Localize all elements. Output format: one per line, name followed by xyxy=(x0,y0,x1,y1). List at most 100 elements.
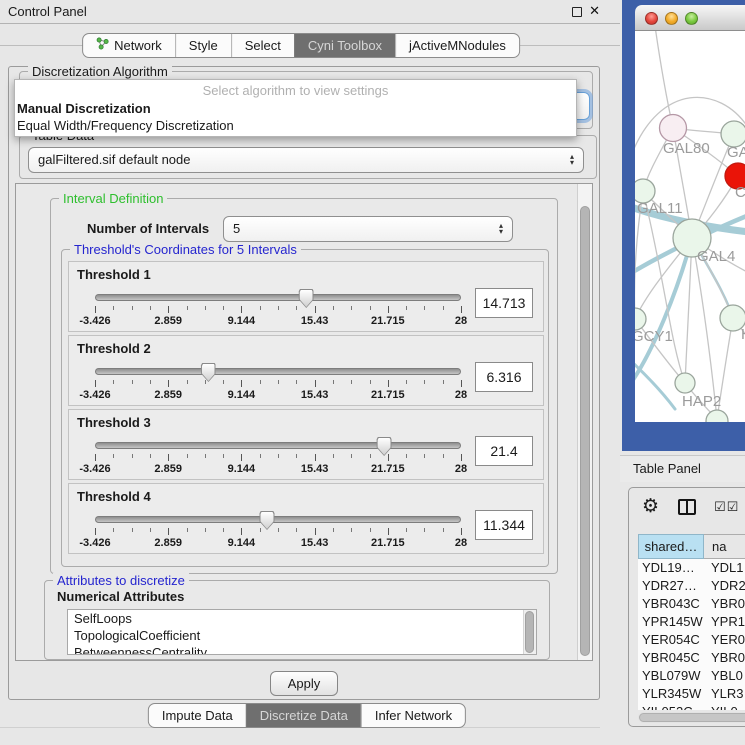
tab-label: Infer Network xyxy=(375,704,452,727)
tick-mark xyxy=(461,528,462,535)
cell-name: YBR0 xyxy=(704,649,745,667)
table-row[interactable]: YIL052CYIL0 xyxy=(638,703,745,710)
tab-jactivemnodules[interactable]: jActiveMNodules xyxy=(395,34,519,57)
tab-cyni-toolbox[interactable]: Cyni Toolbox xyxy=(294,34,395,57)
attribute-item-selfloops[interactable]: SelfLoops xyxy=(68,610,536,627)
tab-select[interactable]: Select xyxy=(231,34,294,57)
tick-mark xyxy=(150,454,151,458)
tick-label: 28 xyxy=(455,463,467,475)
split-columns-icon[interactable] xyxy=(678,499,696,515)
scrollbar-thumb[interactable] xyxy=(525,611,534,653)
threshold-4-value-field[interactable]: 11.344 xyxy=(475,510,533,540)
threshold-4-slider[interactable]: -3.4262.8599.14415.4321.71528 xyxy=(95,510,461,552)
tab-discretize-data[interactable]: Discretize Data xyxy=(246,704,361,727)
cell-name: YBR0 xyxy=(704,595,745,613)
threshold-4-label: Threshold 4 xyxy=(77,489,151,504)
dropdown-option-equal-width-frequency-discretization[interactable]: Equal Width/Frequency Discretization xyxy=(17,118,234,133)
zoom-traffic-light-icon[interactable] xyxy=(685,12,698,25)
tab-label: Select xyxy=(245,34,281,57)
slider-thumb[interactable] xyxy=(377,437,392,456)
tick-mark xyxy=(150,306,151,310)
threshold-1-slider[interactable]: -3.4262.8599.14415.4321.71528 xyxy=(95,288,461,330)
tick-label: 9.144 xyxy=(228,463,256,475)
slider-track[interactable] xyxy=(95,516,461,523)
numerical-attributes-label: Numerical Attributes xyxy=(57,589,184,604)
tick-mark xyxy=(351,306,352,310)
network-node-pink[interactable] xyxy=(660,115,687,142)
scrollbar-thumb[interactable] xyxy=(580,206,590,656)
tab-network[interactable]: Network xyxy=(83,34,175,57)
network-window-titlebar[interactable] xyxy=(635,5,745,31)
vertical-scrollbar[interactable] xyxy=(577,184,592,660)
number-of-intervals-combobox[interactable]: 5 ▴▾ xyxy=(223,216,513,242)
column-header-shared-name[interactable]: shared… xyxy=(638,534,704,559)
float-window-icon[interactable] xyxy=(572,7,582,17)
tick-mark xyxy=(113,528,114,532)
node-label-ga: GA xyxy=(727,144,745,161)
threshold-3-value-field[interactable]: 21.4 xyxy=(475,436,533,466)
network-node-green[interactable] xyxy=(635,308,646,330)
cell-name: YLR3 xyxy=(704,685,745,703)
minimize-traffic-light-icon[interactable] xyxy=(665,12,678,25)
tab-label: jActiveMNodules xyxy=(409,34,506,57)
slider-thumb[interactable] xyxy=(299,289,314,308)
close-traffic-light-icon[interactable] xyxy=(645,12,658,25)
tick-mark xyxy=(278,528,279,532)
network-node-green[interactable] xyxy=(675,373,695,393)
threshold-1-value-field[interactable]: 14.713 xyxy=(475,288,533,318)
tick-mark xyxy=(406,306,407,310)
slider-thumb[interactable] xyxy=(201,363,216,382)
table-row[interactable]: YLR345WYLR3 xyxy=(638,685,745,703)
slider-track[interactable] xyxy=(95,442,461,449)
slider-thumb[interactable] xyxy=(260,511,275,530)
scrollbar-thumb[interactable] xyxy=(639,713,745,722)
tab-style[interactable]: Style xyxy=(175,34,231,57)
tick-mark xyxy=(406,380,407,384)
tick-mark xyxy=(113,380,114,384)
apply-button[interactable]: Apply xyxy=(270,671,338,696)
attribute-item-betweennesscentrality[interactable]: BetweennessCentrality xyxy=(68,644,536,655)
threshold-2-value-field[interactable]: 6.316 xyxy=(475,362,533,392)
table-row[interactable]: YDR27…YDR2 xyxy=(638,577,745,595)
tab-label: Style xyxy=(189,34,218,57)
slider-track[interactable] xyxy=(95,368,461,375)
threshold-2-slider[interactable]: -3.4262.8599.14415.4321.71528 xyxy=(95,362,461,404)
slider-track[interactable] xyxy=(95,294,461,301)
network-edge[interactable] xyxy=(635,238,692,383)
tick-label: 2.859 xyxy=(154,537,182,549)
numerical-attributes-list[interactable]: SelfLoopsTopologicalCoefficientBetweenne… xyxy=(67,609,537,655)
network-canvas[interactable]: GAL80GACGAL11GAL4GCY1HHAP2 xyxy=(635,31,745,422)
network-edge[interactable] xyxy=(692,238,717,419)
gear-icon[interactable]: ⚙ xyxy=(642,495,659,518)
dropdown-option-manual-discretization[interactable]: Manual Discretization xyxy=(17,101,151,116)
select-columns-checkboxes-icon[interactable]: ☑☑ xyxy=(714,499,739,515)
attribute-list-scrollbar[interactable] xyxy=(523,610,536,654)
column-header-name[interactable]: na xyxy=(704,534,745,559)
tick-mark xyxy=(168,454,169,461)
table-row[interactable]: YPR145WYPR1 xyxy=(638,613,745,631)
tick-mark xyxy=(223,306,224,310)
tick-mark xyxy=(95,380,96,387)
horizontal-scrollbar[interactable] xyxy=(638,712,745,723)
cell-shared-name: YER054C xyxy=(638,631,704,649)
cell-shared-name: YLR345W xyxy=(638,685,704,703)
table-data-combobox[interactable]: galFiltered.sif default node ▴▾ xyxy=(28,147,584,173)
table-row[interactable]: YBL079WYBL0 xyxy=(638,667,745,685)
tick-label: 28 xyxy=(455,389,467,401)
table-row[interactable]: YBR043CYBR0 xyxy=(638,595,745,613)
close-icon[interactable]: ✕ xyxy=(589,3,600,19)
network-graph: GAL80GACGAL11GAL4GCY1HHAP2 xyxy=(635,31,745,422)
tab-impute-data[interactable]: Impute Data xyxy=(149,704,246,727)
threshold-3-slider[interactable]: -3.4262.8599.14415.4321.71528 xyxy=(95,436,461,478)
algorithm-group-title: Discretization Algorithm xyxy=(28,64,172,79)
tick-label: 21.715 xyxy=(371,537,405,549)
control-panel-titlebar: Control Panel ✕ xyxy=(0,0,620,24)
table-row[interactable]: YER054CYER0 xyxy=(638,631,745,649)
table-row[interactable]: YDL19…YDL1 xyxy=(638,559,745,577)
attribute-item-topologicalcoefficient[interactable]: TopologicalCoefficient xyxy=(68,627,536,644)
tick-mark xyxy=(315,528,316,535)
top-tabbar: Network Style Select Cyni Toolbox jActiveMNo… xyxy=(82,33,520,58)
table-row[interactable]: YBR045CYBR0 xyxy=(638,649,745,667)
tick-mark xyxy=(443,528,444,532)
tab-infer-network[interactable]: Infer Network xyxy=(361,704,465,727)
